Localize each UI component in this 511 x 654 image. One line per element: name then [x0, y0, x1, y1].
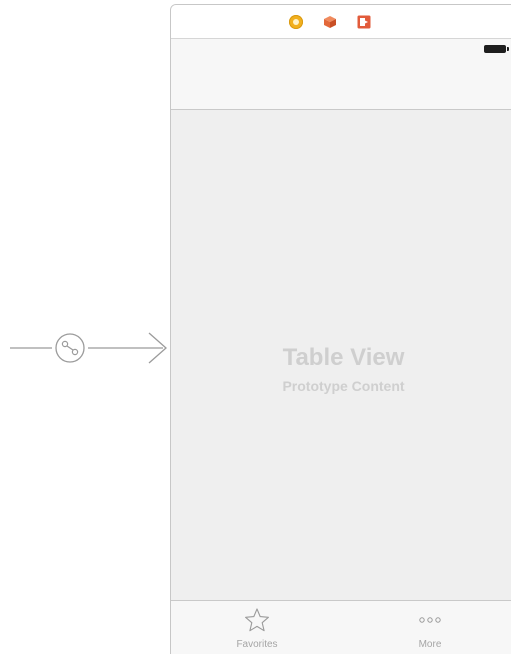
tab-more-label: More — [418, 639, 442, 650]
star-icon — [245, 608, 269, 632]
more-dots-icon — [419, 617, 441, 623]
battery-icon — [484, 45, 509, 53]
status-bar — [171, 39, 511, 59]
table-view-controller-scene[interactable]: Table View Prototype Content Favorites M… — [170, 4, 511, 654]
storyboard-canvas: Table View Prototype Content Favorites M… — [0, 0, 511, 654]
navigation-bar[interactable] — [171, 59, 511, 110]
first-responder-icon[interactable] — [323, 15, 337, 29]
tab-favorites[interactable]: Favorites — [212, 605, 302, 650]
scene-dock — [171, 5, 511, 39]
view-controller-icon[interactable] — [288, 14, 303, 29]
tab-favorites-label: Favorites — [236, 639, 278, 650]
tab-bar[interactable]: Favorites More — [171, 600, 511, 654]
table-view-title: Table View — [282, 344, 405, 371]
segue-arrow[interactable] — [0, 320, 175, 376]
segue-link-icon[interactable] — [55, 333, 85, 363]
table-view-subtitle: Prototype Content — [282, 378, 405, 394]
exit-icon[interactable] — [357, 15, 371, 29]
tab-more[interactable]: More — [385, 605, 475, 650]
table-view[interactable]: Table View Prototype Content — [171, 110, 511, 600]
